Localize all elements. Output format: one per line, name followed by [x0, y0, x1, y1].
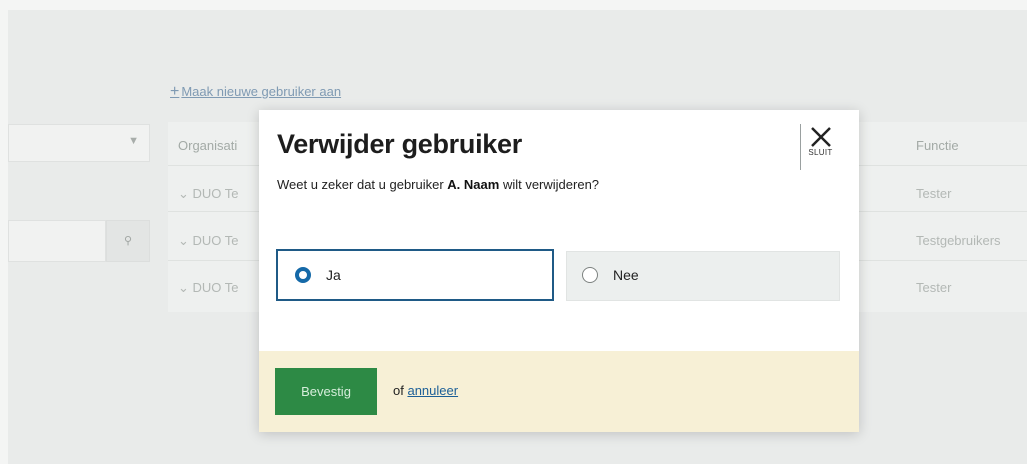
footer-text: of annuleer: [393, 383, 458, 398]
radio-unselected-icon[interactable]: [582, 267, 598, 283]
search-icon: ⚲: [123, 235, 133, 247]
search-button[interactable]: ⚲: [106, 220, 150, 262]
filter-select[interactable]: ▼: [8, 124, 150, 162]
plus-icon: +: [170, 83, 180, 100]
chevron-down-icon: ▼: [128, 135, 139, 147]
row-organisation: DUO Te: [192, 280, 239, 295]
row-function: Tester: [916, 186, 952, 201]
row-function: Tester: [916, 280, 952, 295]
row-expand-icon[interactable]: ⌄: [178, 280, 189, 295]
table-row[interactable]: ⌄ DUO Te: [178, 233, 239, 249]
search-input[interactable]: [8, 220, 106, 262]
dialog-title: Verwijder gebruiker: [277, 129, 522, 159]
cancel-link[interactable]: annuleer: [407, 383, 458, 398]
dialog-question: Weet u zeker dat u gebruiker A. Naam wil…: [277, 177, 599, 192]
question-suffix: wilt verwijderen?: [499, 177, 600, 192]
close-label: SLUIT: [808, 148, 833, 157]
question-prefix: Weet u zeker dat u gebruiker: [277, 177, 448, 192]
radio-label-no: Nee: [613, 267, 639, 283]
row-expand-icon[interactable]: ⌄: [178, 233, 189, 248]
delete-user-dialog: Verwijder gebruiker SLUIT Weet u zeker d…: [259, 110, 859, 432]
column-header-organisation[interactable]: Organisati: [178, 138, 237, 153]
user-name: A. Naam: [447, 177, 500, 192]
row-function: Testgebruikers: [916, 233, 1001, 248]
table-row[interactable]: ⌄ DUO Te: [178, 280, 239, 296]
radio-option-yes[interactable]: Ja: [276, 249, 554, 301]
radio-option-no[interactable]: Nee: [566, 251, 840, 301]
radio-label-yes: Ja: [326, 267, 341, 283]
close-button[interactable]: SLUIT: [800, 124, 840, 170]
table-row[interactable]: ⌄ DUO Te: [178, 186, 239, 202]
dialog-footer: Bevestig of annuleer: [259, 351, 859, 432]
column-header-function[interactable]: Functie: [916, 138, 959, 153]
create-user-link[interactable]: + Maak nieuwe gebruiker aan: [170, 83, 341, 101]
create-user-link-label: Maak nieuwe gebruiker aan: [181, 84, 342, 99]
or-text: of: [393, 383, 404, 398]
confirm-button[interactable]: Bevestig: [275, 368, 377, 415]
row-expand-icon[interactable]: ⌄: [178, 186, 189, 201]
close-icon: [810, 127, 831, 147]
row-organisation: DUO Te: [192, 186, 239, 201]
row-organisation: DUO Te: [192, 233, 239, 248]
radio-selected-icon[interactable]: [295, 267, 311, 283]
